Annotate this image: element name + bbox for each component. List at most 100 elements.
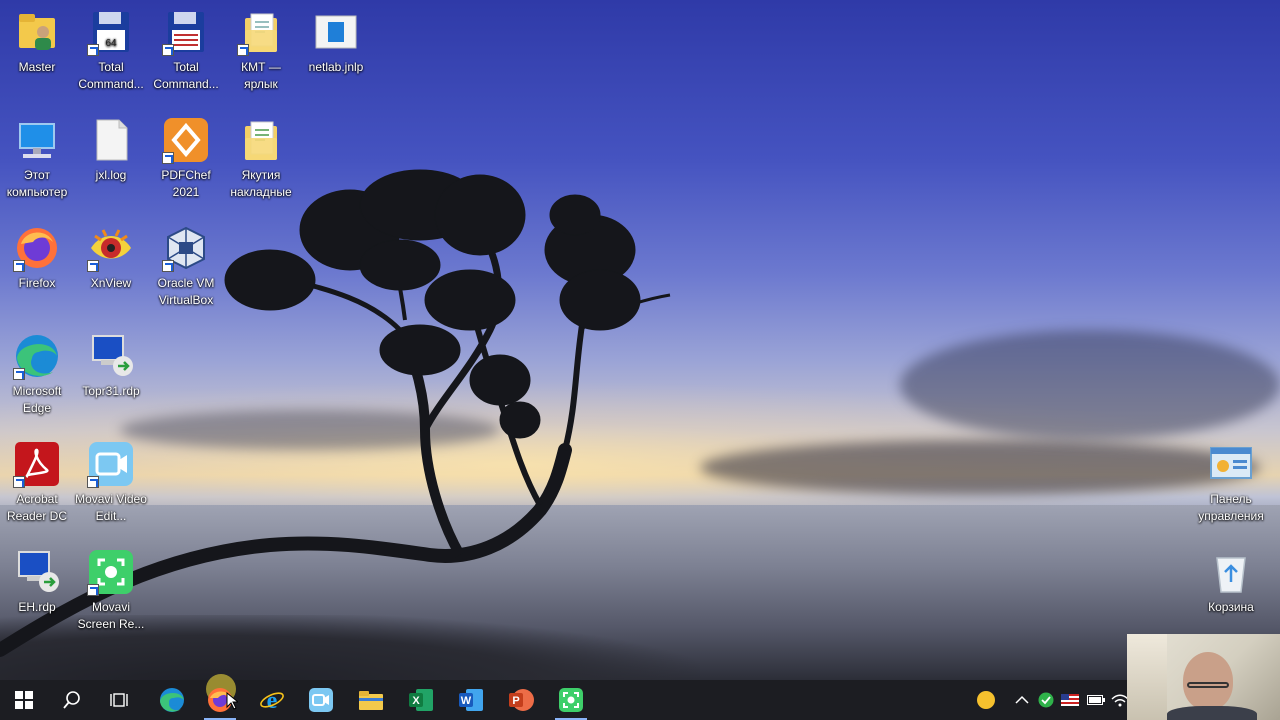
taskbar-edge[interactable] (148, 680, 196, 720)
desktop-icon-label: Панель управления (1198, 492, 1264, 523)
webcam-person (1183, 652, 1233, 710)
computer-icon (13, 116, 61, 164)
floppy-icon (162, 8, 210, 56)
svg-text:64: 64 (105, 38, 117, 49)
shortcut-arrow-icon (13, 260, 25, 272)
svg-text:X: X (412, 695, 420, 707)
desktop-icon-topr31-rdp[interactable]: Topr31.rdp (74, 328, 148, 400)
desktop-icon-netlab[interactable]: netlab.jnlp (299, 4, 373, 76)
desktop-icon-pdfchef[interactable]: PDFChef 2021 (149, 112, 223, 201)
movavi-screen-icon (559, 688, 583, 712)
desktop-icon-label: jxl.log (95, 168, 127, 182)
shortcut-arrow-icon (162, 44, 174, 56)
svg-text:W: W (461, 695, 472, 707)
desktop-icon-control-panel[interactable]: Панель управления (1194, 436, 1268, 525)
tray-security[interactable] (1034, 680, 1058, 720)
desktop-icon-yakutia[interactable]: Якутия накладные (224, 112, 298, 201)
desktop-icon-total-commander[interactable]: Total Command... (149, 4, 223, 93)
desktop-icon-edge[interactable]: Microsoft Edge (0, 328, 74, 417)
taskbar-internet-explorer[interactable]: e (248, 680, 296, 720)
tray-language[interactable] (1058, 680, 1082, 720)
desktop-icon-kmt-shortcut[interactable]: КМТ — ярлык (224, 4, 298, 93)
desktop-icon-label: PDFChef 2021 (161, 168, 211, 199)
desktop-icon-label: Корзина (1208, 600, 1254, 614)
security-shield-icon (1038, 692, 1054, 708)
desktop-icon-label: Якутия накладные (230, 168, 292, 199)
windows-start-icon (15, 691, 33, 709)
desktop-icon-label: Movavi Video Edit... (75, 492, 147, 523)
desktop-icon-label: КМТ — ярлык (241, 60, 281, 91)
movavi-video-icon (87, 440, 135, 488)
webcam-door (1127, 634, 1167, 720)
desktop-icon-label: Microsoft Edge (12, 384, 62, 415)
recycle-bin-icon (1207, 548, 1255, 596)
desktop-icon-label: Topr31.rdp (82, 384, 140, 398)
shortcut-arrow-icon (162, 260, 174, 272)
shortcut-arrow-icon (13, 476, 25, 488)
weather-sun-icon (977, 691, 995, 709)
webcam-shirt (1167, 706, 1257, 720)
desktop-icon-firefox[interactable]: Firefox (0, 220, 74, 292)
task-view-button[interactable] (96, 680, 144, 720)
word-icon: W (459, 689, 483, 711)
taskbar-movavi-screen[interactable] (547, 680, 595, 720)
desktop-icon-label: Acrobat Reader DC (6, 492, 68, 523)
desktop-icon-label: XnView (90, 276, 132, 290)
rdp-icon (87, 332, 135, 380)
text-file-icon (87, 116, 135, 164)
flag-us-icon (1061, 694, 1079, 706)
start-button[interactable] (0, 680, 48, 720)
tray-battery[interactable] (1084, 680, 1108, 720)
battery-icon (1087, 695, 1105, 705)
shortcut-arrow-icon (87, 476, 99, 488)
folder-docs-icon (237, 116, 285, 164)
taskbar-word[interactable]: W (447, 680, 495, 720)
desktop-icon-total-commander-64[interactable]: 64 Total Command... (74, 4, 148, 93)
movavi-video-icon (309, 688, 333, 712)
webcam-overlay (1127, 634, 1280, 720)
desktop-icon-label: Этот компьютер (6, 168, 68, 199)
powerpoint-icon: P (509, 689, 534, 711)
pdfchef-icon (162, 116, 210, 164)
mouse-cursor-icon (226, 692, 238, 710)
control-panel-icon (1207, 440, 1255, 488)
ie-icon: e (260, 688, 284, 713)
shortcut-arrow-icon (87, 584, 99, 596)
webcam-glasses (1187, 682, 1229, 688)
desktop-icon-label: EH.rdp (18, 600, 56, 614)
desktop-icon-label: Oracle VM VirtualBox (157, 276, 215, 307)
task-view-icon (110, 693, 128, 707)
jnlp-file-icon (312, 8, 360, 56)
shortcut-arrow-icon (237, 44, 249, 56)
desktop-icon-movavi-screen[interactable]: Movavi Screen Re... (74, 544, 148, 633)
floppy-icon: 64 (87, 8, 135, 56)
taskbar-file-explorer[interactable] (347, 680, 395, 720)
edge-icon (160, 688, 184, 712)
desktop-icon-recycle-bin[interactable]: Корзина (1194, 544, 1268, 616)
virtualbox-icon (162, 224, 210, 272)
desktop-icon-virtualbox[interactable]: Oracle VM VirtualBox (149, 220, 223, 309)
tray-show-hidden[interactable] (1010, 680, 1034, 720)
desktop-icon-movavi-video[interactable]: Movavi Video Edit... (74, 436, 148, 525)
excel-icon: X (409, 689, 433, 711)
desktop-icon-label: Total Command... (153, 60, 219, 91)
shortcut-arrow-icon (13, 368, 25, 380)
chevron-up-icon (1015, 695, 1029, 704)
folder-user-icon (13, 8, 61, 56)
folder-docs-icon (237, 8, 285, 56)
tree-silhouette (0, 169, 671, 657)
desktop-icon-this-pc[interactable]: Этот компьютер (0, 112, 74, 201)
desktop-icon-master[interactable]: Master (0, 4, 74, 76)
desktop-icon-eh-rdp[interactable]: EH.rdp (0, 544, 74, 616)
tray-weather[interactable] (974, 680, 998, 720)
movavi-screen-icon (87, 548, 135, 596)
taskbar-powerpoint[interactable]: P (497, 680, 545, 720)
desktop-icon-acrobat[interactable]: Acrobat Reader DC (0, 436, 74, 525)
desktop-icon-xnview[interactable]: XnView (74, 220, 148, 292)
search-button[interactable] (48, 680, 96, 720)
desktop-icon-jxl-log[interactable]: jxl.log (74, 112, 148, 184)
shortcut-arrow-icon (87, 260, 99, 272)
taskbar-firefox[interactable] (196, 674, 244, 720)
taskbar-excel[interactable]: X (397, 680, 445, 720)
taskbar-movavi-video[interactable] (297, 680, 345, 720)
